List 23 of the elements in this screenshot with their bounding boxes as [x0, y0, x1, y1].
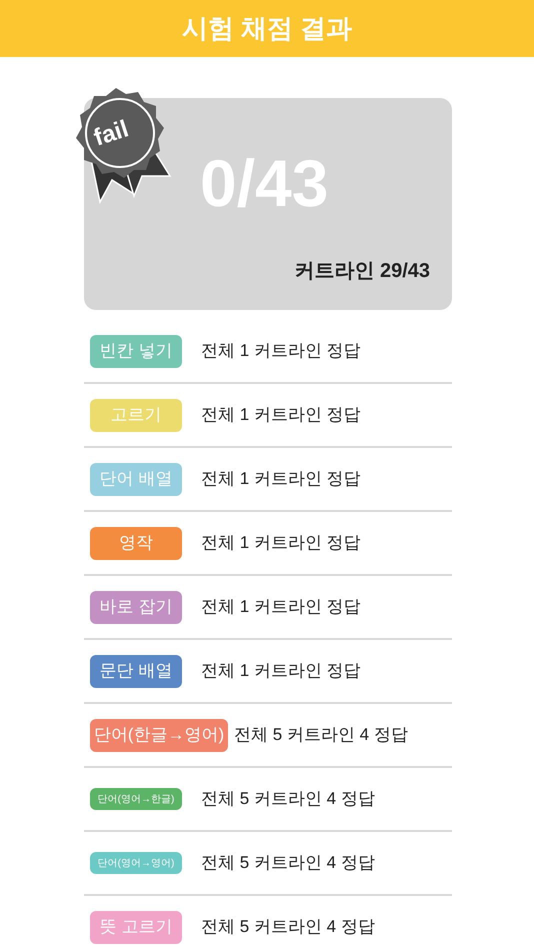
category-tag: 단어(영어→영어) — [90, 852, 182, 874]
category-tag: 고르기 — [90, 398, 182, 432]
category-tag: 영작 — [90, 526, 182, 560]
category-tag: 문단 배열 — [90, 654, 182, 688]
category-tag: 단어(한글→영어) — [90, 718, 228, 752]
category-tag: 뜻 고르기 — [90, 910, 182, 944]
result-summary: 전체 1 커트라인 정답 — [201, 596, 361, 618]
result-summary: 전체 1 커트라인 정답 — [201, 404, 361, 426]
result-summary: 전체 5 커트라인 4 정답 — [201, 788, 375, 810]
result-summary: 전체 1 커트라인 정답 — [201, 660, 361, 682]
result-summary: 전체 1 커트라인 정답 — [201, 532, 361, 554]
result-summary: 전체 5 커트라인 4 정답 — [201, 916, 375, 938]
fail-label: fail — [91, 117, 132, 151]
result-summary: 전체 5 커트라인 4 정답 — [201, 852, 375, 874]
result-summary: 전체 1 커트라인 정답 — [201, 340, 361, 362]
page-title: 시험 채점 결과 — [182, 12, 352, 45]
category-tag: 빈칸 넣기 — [90, 334, 182, 368]
category-tag: 단어(영어→한글) — [90, 788, 182, 810]
cutline-text: 커트라인 29/43 — [294, 259, 430, 284]
category-tag: 단어 배열 — [90, 462, 182, 496]
result-summary: 전체 5 커트라인 4 정답 — [234, 724, 408, 746]
category-tag: 바로 잡기 — [90, 590, 182, 624]
result-summary: 전체 1 커트라인 정답 — [201, 468, 361, 490]
